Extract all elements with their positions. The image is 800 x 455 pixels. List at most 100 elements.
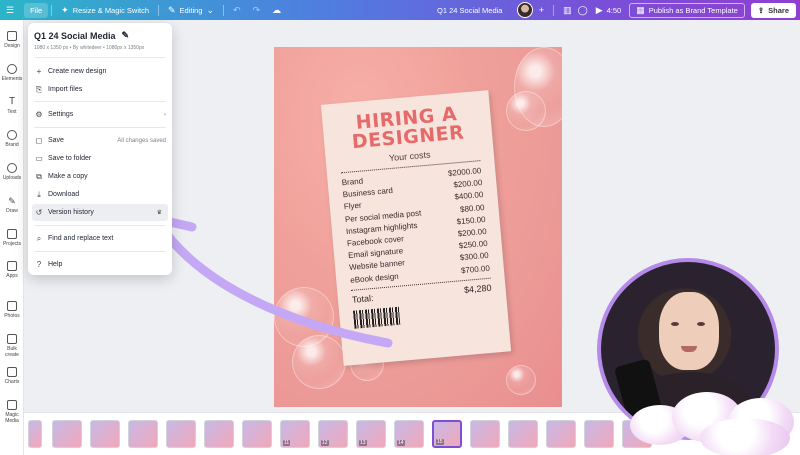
cloud-icon: ☁ bbox=[272, 4, 282, 15]
download-item[interactable]: ⤓ Download bbox=[28, 186, 172, 203]
document-title[interactable]: Q1 24 Social Media bbox=[437, 0, 502, 20]
save-status: All changes saved bbox=[117, 137, 166, 144]
add-collaborator-icon[interactable]: + bbox=[539, 5, 544, 15]
divider bbox=[34, 57, 166, 58]
cloud-sync-button[interactable]: ☁ bbox=[266, 0, 287, 20]
template-icon: ▦ bbox=[636, 4, 645, 15]
sidebar-item-elements[interactable]: Elements bbox=[0, 64, 24, 82]
presenter-eye bbox=[697, 322, 705, 326]
page-thumbnail-selected[interactable]: 15 bbox=[432, 420, 462, 448]
sidebar-item-projects[interactable]: Projects bbox=[0, 229, 24, 247]
sidebar-label: Elements bbox=[1, 76, 23, 82]
menu-item-label: Settings bbox=[48, 111, 74, 118]
sidebar-item-bulk-create[interactable]: Bulk create bbox=[0, 334, 24, 358]
settings-item[interactable]: ⚙ Settings › bbox=[28, 106, 172, 123]
page-number: 13 bbox=[359, 440, 367, 446]
editing-mode-button[interactable]: ✎ Editing ⌄ bbox=[162, 0, 220, 20]
page-thumbnail[interactable] bbox=[508, 420, 538, 448]
page-thumbnail[interactable] bbox=[166, 420, 196, 448]
make-copy-item[interactable]: ⧉ Make a copy bbox=[28, 168, 172, 185]
avatar[interactable] bbox=[516, 2, 533, 18]
chart-icon[interactable]: ▥ bbox=[563, 5, 572, 15]
elements-icon bbox=[7, 64, 17, 74]
file-menu: Q1 24 Social Media ✎ 1080 x 1350 px • By… bbox=[28, 23, 172, 275]
page-thumbnail[interactable] bbox=[90, 420, 120, 448]
version-history-item[interactable]: ↺ Version history ♛ bbox=[32, 204, 168, 221]
publish-label: Publish as Brand Template bbox=[648, 5, 738, 15]
page-thumbnail[interactable] bbox=[546, 420, 576, 448]
page-thumbnail[interactable] bbox=[204, 420, 234, 448]
save-icon: ◻ bbox=[35, 136, 43, 145]
find-replace-item[interactable]: ⌕ Find and replace text bbox=[28, 230, 172, 247]
chevron-right-icon: › bbox=[164, 111, 166, 118]
sidebar-item-apps[interactable]: Apps bbox=[0, 261, 24, 279]
sidebar-item-design[interactable]: Design bbox=[0, 31, 24, 49]
import-files-item[interactable]: ⎘ Import files bbox=[28, 81, 172, 98]
divider bbox=[51, 4, 53, 16]
sidebar-label: Text bbox=[7, 109, 17, 115]
left-sidebar: Design Elements T Text Brand Uploads ✎ Dra… bbox=[0, 20, 24, 455]
brand-icon bbox=[7, 130, 17, 140]
gear-icon: ⚙ bbox=[35, 110, 43, 119]
page-thumbnail[interactable] bbox=[470, 420, 500, 448]
page-thumbnail[interactable]: 13 bbox=[356, 420, 386, 448]
share-label: Share bbox=[768, 5, 789, 15]
menu-title[interactable]: Q1 24 Social Media ✎ bbox=[34, 30, 129, 41]
sidebar-label: Photos bbox=[4, 313, 20, 319]
top-bar: ☰ File ✦ Resize & Magic Switch ✎ Editing… bbox=[0, 0, 800, 20]
present-button[interactable]: ▶ 4:50 bbox=[594, 0, 624, 20]
total-label: Total: bbox=[351, 292, 374, 305]
pen-icon: ✎ bbox=[8, 196, 16, 206]
undo-button[interactable]: ↶ bbox=[227, 0, 247, 20]
apps-icon bbox=[7, 261, 17, 271]
help-item[interactable]: ? Help bbox=[28, 256, 172, 273]
chevron-down-icon: ⌄ bbox=[206, 4, 215, 15]
publish-brand-template-button[interactable]: ▦ Publish as Brand Template bbox=[629, 2, 745, 18]
file-label: File bbox=[30, 5, 43, 15]
sidebar-item-brand[interactable]: Brand bbox=[0, 130, 24, 148]
page-thumbnail[interactable]: 14 bbox=[394, 420, 424, 448]
sidebar-item-text[interactable]: T Text bbox=[0, 97, 24, 116]
sidebar-item-photos[interactable]: Photos bbox=[0, 301, 24, 319]
presenter-face bbox=[659, 292, 719, 370]
save-to-folder-item[interactable]: ▭ Save to folder bbox=[28, 150, 172, 167]
page-thumbnail[interactable]: 12 bbox=[318, 420, 348, 448]
receipt-graphic[interactable]: HIRING A DESIGNER Your costs Brand $2000.… bbox=[320, 90, 512, 366]
share-icon: ⇪ bbox=[757, 5, 765, 15]
divider bbox=[34, 251, 166, 252]
page-thumbnail[interactable] bbox=[28, 420, 42, 448]
divider bbox=[34, 101, 166, 102]
page-thumbnail[interactable] bbox=[584, 420, 614, 448]
sparkle-icon: ✦ bbox=[61, 4, 69, 15]
timer-label: 4:50 bbox=[606, 5, 622, 15]
page-thumbnail[interactable] bbox=[242, 420, 272, 448]
resize-button[interactable]: ✦ Resize & Magic Switch bbox=[55, 0, 155, 20]
chart-icon bbox=[7, 367, 17, 377]
menu-title-text: Q1 24 Social Media bbox=[34, 30, 116, 41]
magic-media-icon bbox=[7, 400, 17, 410]
resize-label: Resize & Magic Switch bbox=[72, 5, 149, 15]
create-new-design-item[interactable]: + Create new design bbox=[28, 63, 172, 80]
bubble-decoration bbox=[506, 365, 536, 395]
folder-icon bbox=[7, 229, 17, 239]
save-item[interactable]: ◻ Save All changes saved bbox=[28, 132, 172, 149]
menu-button[interactable]: ☰ bbox=[0, 0, 20, 20]
comment-icon[interactable]: ◯ bbox=[578, 5, 588, 15]
sidebar-item-draw[interactable]: ✎ Draw bbox=[0, 196, 24, 214]
page-thumbnail[interactable]: 11 bbox=[280, 420, 310, 448]
play-icon: ▶ bbox=[595, 4, 603, 15]
redo-button[interactable]: ↷ bbox=[247, 0, 267, 20]
pencil-icon[interactable]: ✎ bbox=[122, 30, 130, 41]
sidebar-item-magic-media[interactable]: Magic Media bbox=[0, 400, 24, 424]
folder-icon: ▭ bbox=[35, 154, 43, 163]
file-menu-button[interactable]: File bbox=[24, 2, 49, 18]
page-thumbnail[interactable] bbox=[52, 420, 82, 448]
design-icon bbox=[7, 31, 17, 41]
sidebar-item-charts[interactable]: Charts bbox=[0, 367, 24, 385]
upload-icon bbox=[7, 163, 17, 173]
menu-item-label: Save bbox=[48, 137, 64, 144]
share-button[interactable]: ⇪ Share bbox=[750, 2, 796, 18]
page-thumbnail[interactable] bbox=[128, 420, 158, 448]
sidebar-label: Bulk create bbox=[5, 346, 19, 358]
sidebar-item-uploads[interactable]: Uploads bbox=[0, 163, 24, 181]
